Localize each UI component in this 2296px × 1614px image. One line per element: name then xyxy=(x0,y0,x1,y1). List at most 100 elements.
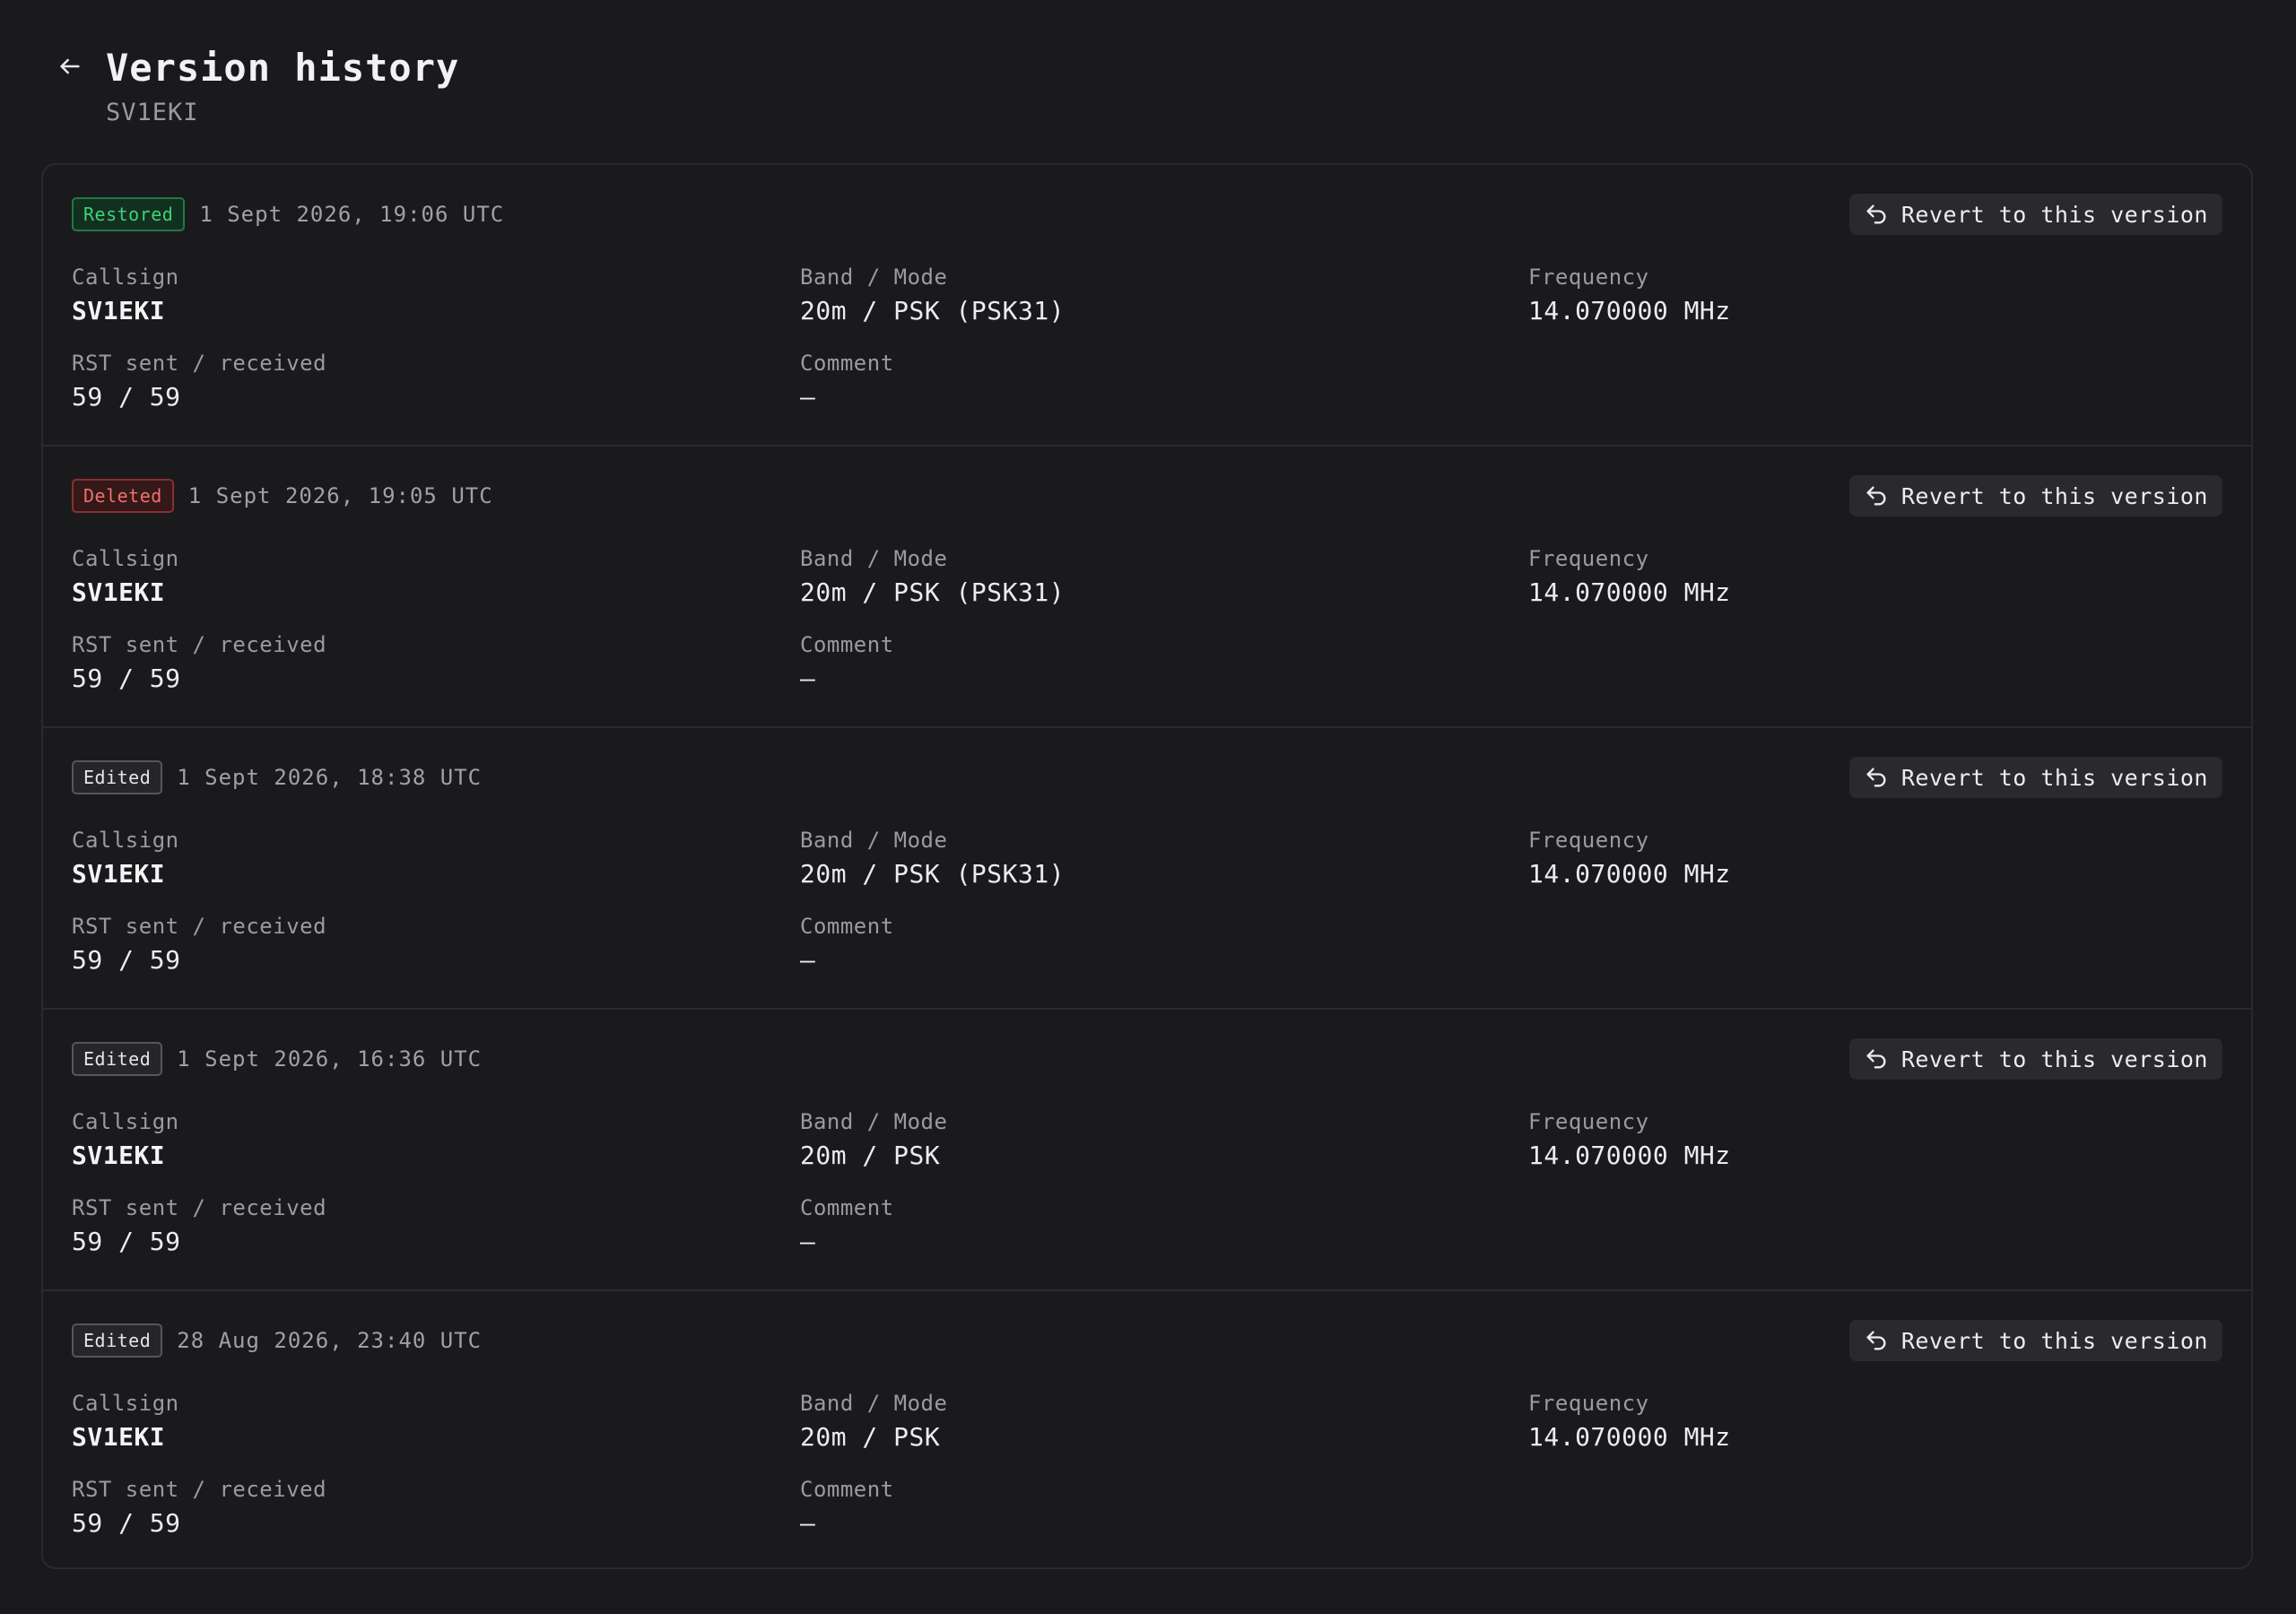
band-mode-field: Band / Mode 20m / PSK (PSK31) xyxy=(800,827,1065,891)
revert-label: Revert to this version xyxy=(1900,1046,2208,1072)
header-text: Version history SV1EKI xyxy=(106,43,459,129)
band-mode-value: 20m / PSK (PSK31) xyxy=(800,296,1065,325)
callsign-field: Callsign SV1EKI xyxy=(72,827,179,891)
comment-label: Comment xyxy=(800,632,894,657)
arrow-left-icon xyxy=(57,54,83,79)
rst-field: RST sent / received 59 / 59 xyxy=(72,913,326,977)
revert-button[interactable]: Revert to this version xyxy=(1848,475,2222,516)
callsign-label: Callsign xyxy=(72,1391,179,1416)
status-badge: Restored xyxy=(72,197,186,231)
comment-field: Comment — xyxy=(800,631,894,696)
frequency-value: 14.070000 MHz xyxy=(1528,859,1731,889)
band-mode-value: 20m / PSK (PSK31) xyxy=(800,859,1065,889)
page-header: Version history SV1EKI xyxy=(56,43,459,129)
frequency-value: 14.070000 MHz xyxy=(1528,1141,1731,1170)
rst-label: RST sent / received xyxy=(72,351,327,376)
version-list: Restored 1 Sept 2026, 19:06 UTC Revert t… xyxy=(41,163,2253,1569)
comment-label: Comment xyxy=(800,1477,894,1502)
version-header: Restored 1 Sept 2026, 19:06 UTC xyxy=(72,197,504,231)
undo-arrow-icon xyxy=(1864,1046,1889,1072)
undo-arrow-icon xyxy=(1864,483,1889,508)
version-entry: Edited 1 Sept 2026, 16:36 UTC Revert to … xyxy=(43,1010,2251,1291)
revert-label: Revert to this version xyxy=(1900,482,2208,509)
version-header: Edited 1 Sept 2026, 18:38 UTC xyxy=(72,760,482,794)
comment-field: Comment — xyxy=(800,1194,894,1259)
comment-label: Comment xyxy=(800,914,894,939)
rst-label: RST sent / received xyxy=(72,1477,327,1502)
revert-button[interactable]: Revert to this version xyxy=(1848,1038,2222,1080)
comment-label: Comment xyxy=(800,351,894,376)
frequency-label: Frequency xyxy=(1528,265,1649,290)
callsign-field: Callsign SV1EKI xyxy=(72,1390,179,1454)
comment-value: — xyxy=(800,382,816,412)
comment-field: Comment — xyxy=(800,1476,894,1540)
version-timestamp: 28 Aug 2026, 23:40 UTC xyxy=(177,1328,483,1353)
version-entry: Edited 1 Sept 2026, 18:38 UTC Revert to … xyxy=(43,728,2251,1010)
comment-value: — xyxy=(800,945,816,975)
callsign-field: Callsign SV1EKI xyxy=(72,264,179,328)
frequency-value: 14.070000 MHz xyxy=(1528,296,1731,325)
comment-value: — xyxy=(800,664,816,693)
undo-arrow-icon xyxy=(1864,202,1889,227)
rst-value: 59 / 59 xyxy=(72,1508,181,1538)
revert-label: Revert to this version xyxy=(1900,764,2208,791)
comment-field: Comment — xyxy=(800,913,894,977)
callsign-value: SV1EKI xyxy=(72,577,166,607)
version-timestamp: 1 Sept 2026, 18:38 UTC xyxy=(177,765,483,790)
callsign-label: Callsign xyxy=(72,265,179,290)
frequency-label: Frequency xyxy=(1528,828,1649,853)
callsign-field: Callsign SV1EKI xyxy=(72,545,179,610)
frequency-field: Frequency 14.070000 MHz xyxy=(1528,827,1731,891)
callsign-value: SV1EKI xyxy=(72,1422,166,1452)
frequency-field: Frequency 14.070000 MHz xyxy=(1528,264,1731,328)
status-badge: Edited xyxy=(72,1323,163,1358)
callsign-label: Callsign xyxy=(72,1109,179,1134)
rst-field: RST sent / received 59 / 59 xyxy=(72,1476,326,1540)
band-mode-label: Band / Mode xyxy=(800,1109,948,1134)
undo-arrow-icon xyxy=(1864,765,1889,790)
band-mode-value: 20m / PSK xyxy=(800,1141,941,1170)
version-timestamp: 1 Sept 2026, 16:36 UTC xyxy=(177,1046,483,1072)
rst-value: 59 / 59 xyxy=(72,382,181,412)
revert-label: Revert to this version xyxy=(1900,201,2208,228)
version-header: Deleted 1 Sept 2026, 19:05 UTC xyxy=(72,479,493,513)
version-entry: Edited 28 Aug 2026, 23:40 UTC Revert to … xyxy=(43,1291,2251,1567)
frequency-field: Frequency 14.070000 MHz xyxy=(1528,1108,1731,1173)
rst-label: RST sent / received xyxy=(72,632,327,657)
band-mode-field: Band / Mode 20m / PSK xyxy=(800,1108,947,1173)
revert-button[interactable]: Revert to this version xyxy=(1848,1320,2222,1361)
page-subtitle: SV1EKI xyxy=(106,99,199,126)
rst-value: 59 / 59 xyxy=(72,945,181,975)
band-mode-field: Band / Mode 20m / PSK (PSK31) xyxy=(800,264,1065,328)
rst-field: RST sent / received 59 / 59 xyxy=(72,631,326,696)
version-header: Edited 28 Aug 2026, 23:40 UTC xyxy=(72,1323,482,1358)
back-button[interactable] xyxy=(56,52,84,81)
callsign-field: Callsign SV1EKI xyxy=(72,1108,179,1173)
band-mode-label: Band / Mode xyxy=(800,828,948,853)
band-mode-label: Band / Mode xyxy=(800,265,948,290)
frequency-label: Frequency xyxy=(1528,546,1649,571)
version-timestamp: 1 Sept 2026, 19:06 UTC xyxy=(199,202,505,227)
frequency-value: 14.070000 MHz xyxy=(1528,1422,1731,1452)
band-mode-label: Band / Mode xyxy=(800,546,948,571)
comment-value: — xyxy=(800,1227,816,1256)
revert-button[interactable]: Revert to this version xyxy=(1848,194,2222,235)
band-mode-label: Band / Mode xyxy=(800,1391,948,1416)
rst-label: RST sent / received xyxy=(72,914,327,939)
callsign-label: Callsign xyxy=(72,828,179,853)
band-mode-value: 20m / PSK xyxy=(800,1422,941,1452)
revert-label: Revert to this version xyxy=(1900,1327,2208,1354)
rst-field: RST sent / received 59 / 59 xyxy=(72,1194,326,1259)
rst-value: 59 / 59 xyxy=(72,664,181,693)
revert-button[interactable]: Revert to this version xyxy=(1848,757,2222,798)
version-entry: Deleted 1 Sept 2026, 19:05 UTC Revert to… xyxy=(43,447,2251,728)
version-timestamp: 1 Sept 2026, 19:05 UTC xyxy=(187,483,493,508)
callsign-label: Callsign xyxy=(72,546,179,571)
band-mode-field: Band / Mode 20m / PSK xyxy=(800,1390,947,1454)
version-header: Edited 1 Sept 2026, 16:36 UTC xyxy=(72,1042,482,1076)
frequency-field: Frequency 14.070000 MHz xyxy=(1528,545,1731,610)
frequency-label: Frequency xyxy=(1528,1109,1649,1134)
comment-field: Comment — xyxy=(800,350,894,414)
comment-value: — xyxy=(800,1508,816,1538)
undo-arrow-icon xyxy=(1864,1328,1889,1353)
